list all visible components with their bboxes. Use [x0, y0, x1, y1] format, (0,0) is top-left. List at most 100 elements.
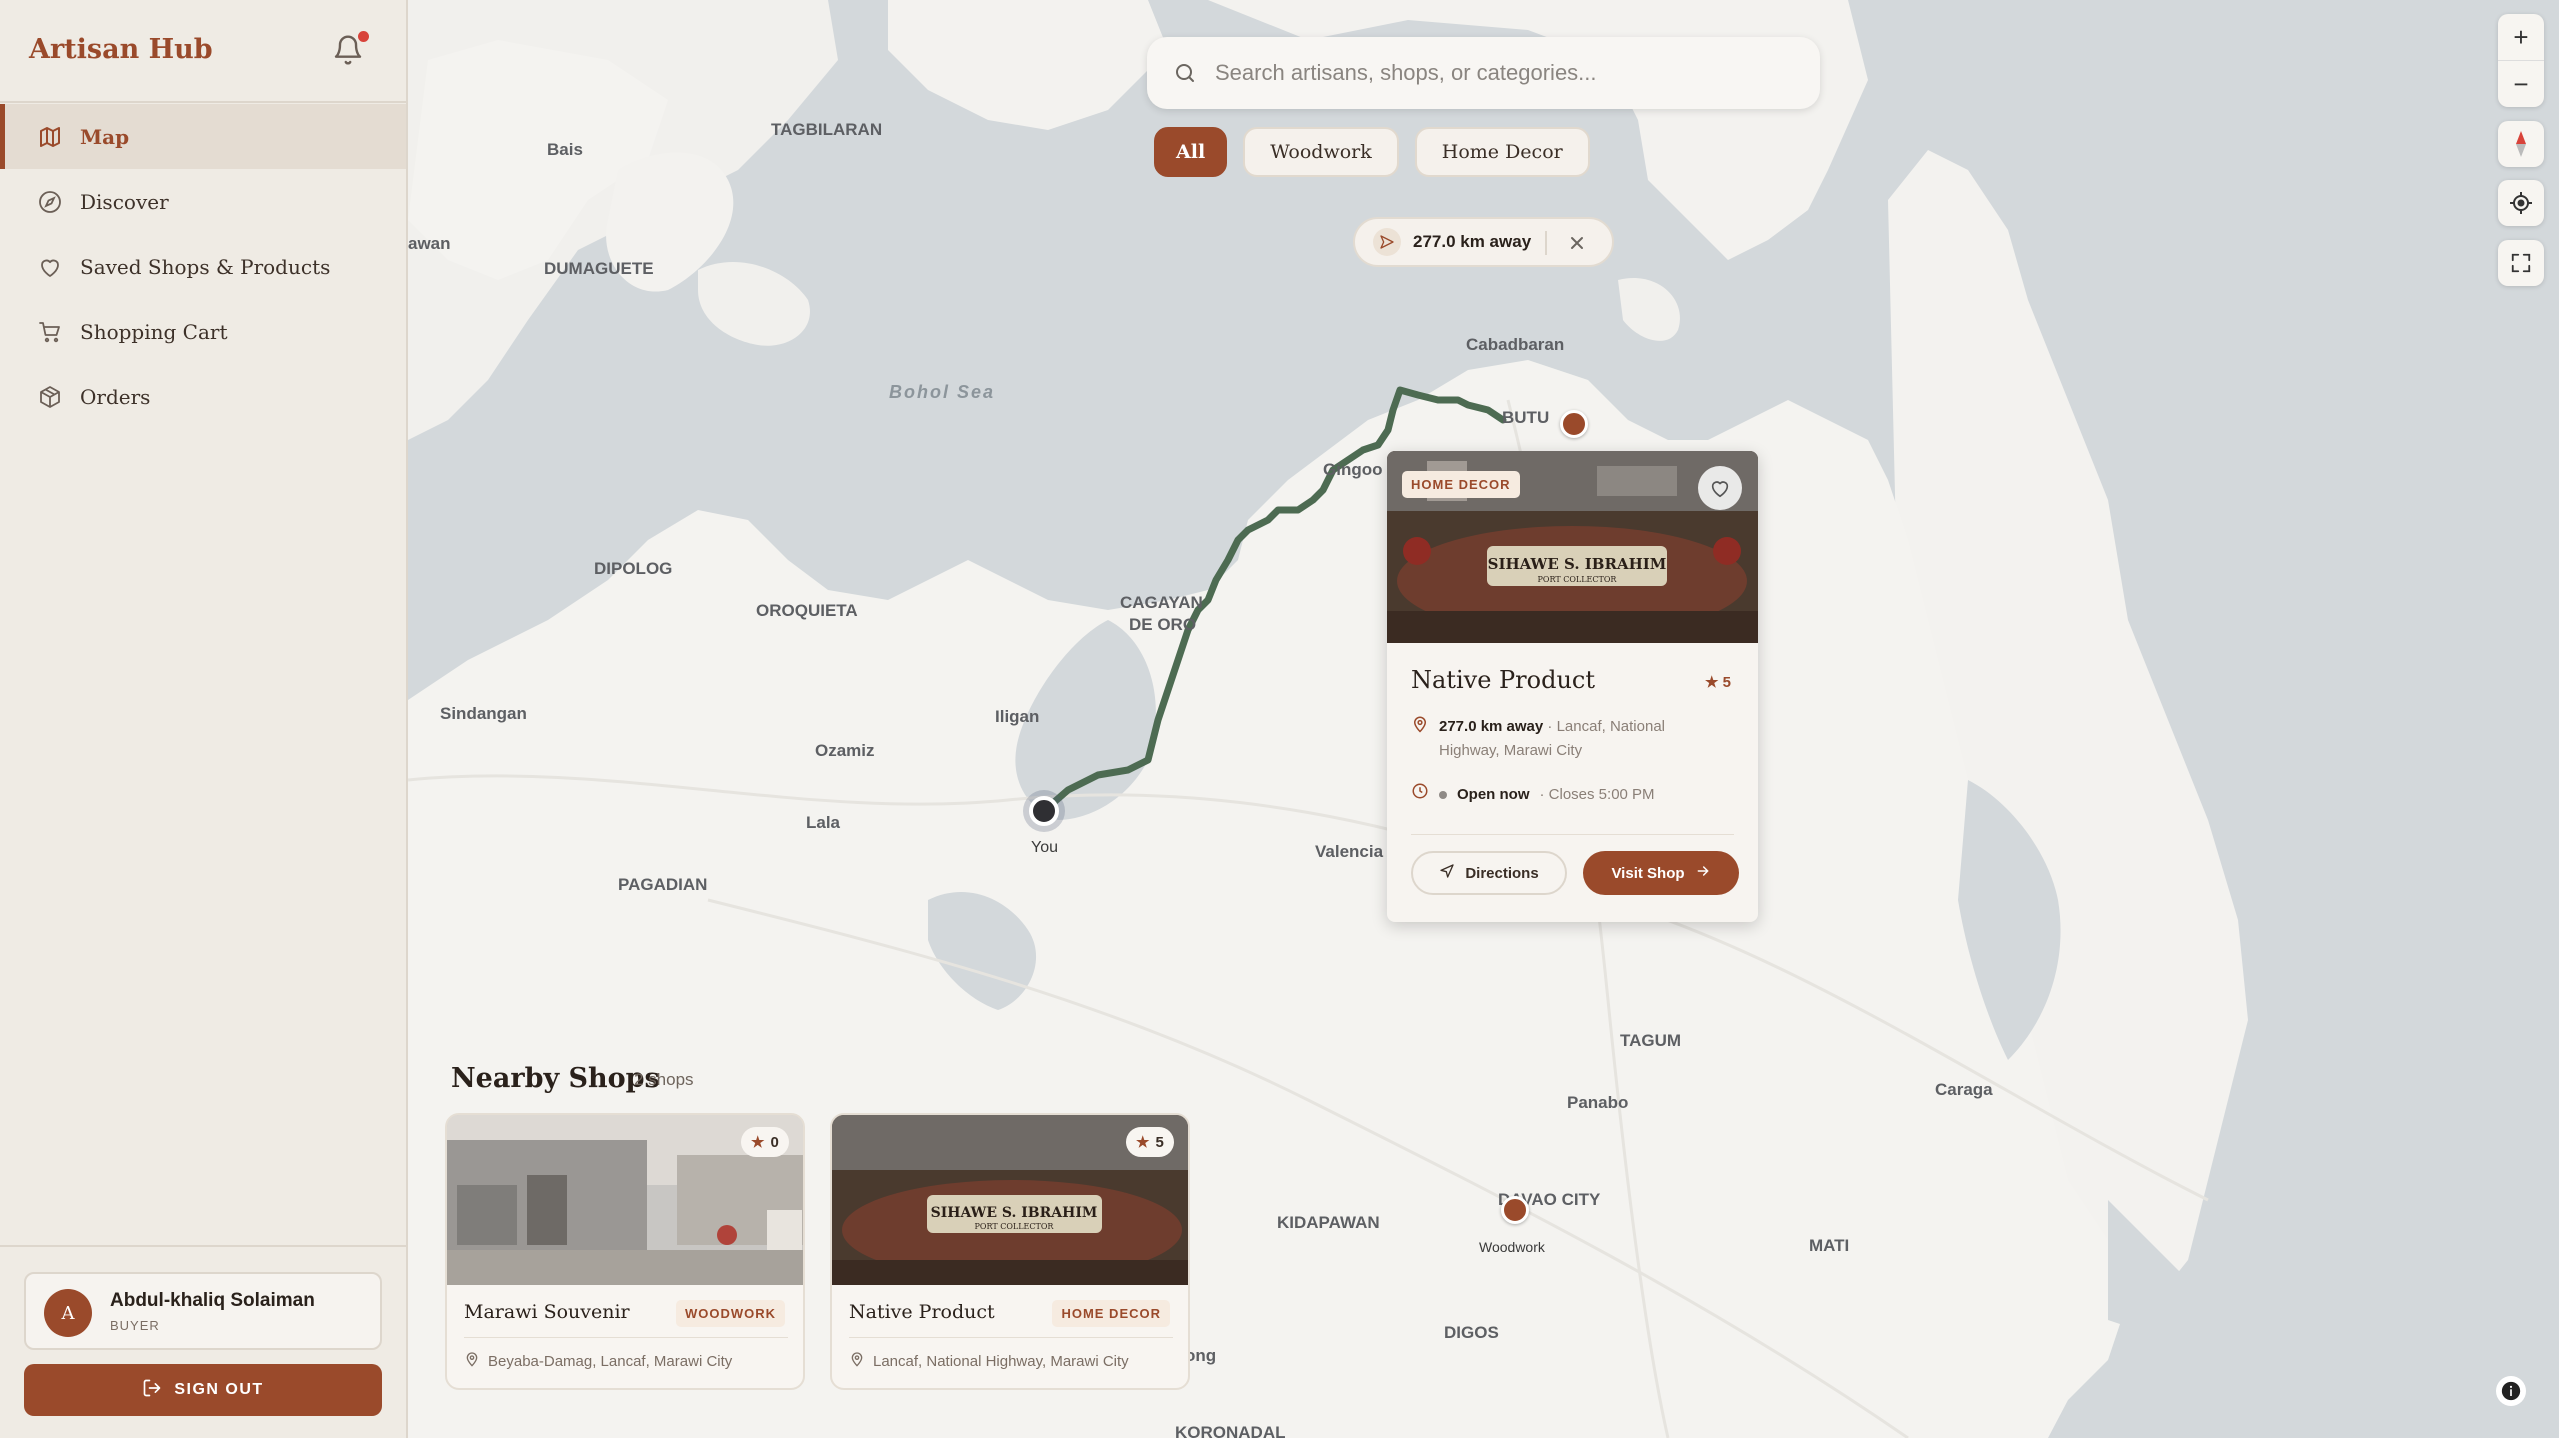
- place-label: PAGADIAN: [618, 875, 708, 894]
- sign-out-icon: [142, 1378, 162, 1403]
- place-label: awan: [408, 234, 451, 253]
- map-view[interactable]: Bohol Sea TAGBILARAN Bais awan DUMAGUETE…: [408, 0, 2559, 1438]
- crosshair-icon: [2498, 180, 2544, 226]
- heart-icon: [36, 253, 64, 281]
- card-divider: [464, 1337, 788, 1338]
- popup-divider: [1411, 834, 1734, 835]
- place-label: DIPOLOG: [594, 559, 673, 578]
- svg-text:PORT COLLECTOR: PORT COLLECTOR: [1538, 575, 1618, 584]
- shop-card[interactable]: ★ 0 Marawi Souvenir WOODWORK Beyaba-Damag…: [445, 1113, 805, 1390]
- rating-value: 5: [1155, 1133, 1164, 1151]
- location-pin-icon: [464, 1351, 480, 1371]
- shop-card[interactable]: SIHAWE S. IBRAHIM PORT COLLECTOR ★ 5 Nati…: [830, 1113, 1190, 1390]
- rating-value: 0: [770, 1133, 779, 1151]
- popup-rating: ★ 5: [1705, 673, 1731, 691]
- star-icon: ★: [1705, 674, 1719, 691]
- visit-label: Visit Shop: [1611, 864, 1685, 882]
- place-label: Bais: [547, 140, 583, 159]
- favorite-heart-icon[interactable]: [1698, 466, 1742, 510]
- place-label: Sindangan: [440, 704, 527, 723]
- shop-name: Native Product: [849, 1301, 995, 1323]
- filter-chip-woodwork[interactable]: Woodwork: [1243, 127, 1399, 177]
- sidebar-item-map[interactable]: Map: [0, 104, 406, 169]
- compass-needle-icon: [2498, 121, 2544, 167]
- sidebar-item-orders[interactable]: Orders: [0, 364, 406, 429]
- shop-marker[interactable]: [1560, 410, 1588, 438]
- svg-text:PORT COLLECTOR: PORT COLLECTOR: [975, 1222, 1055, 1231]
- close-icon[interactable]: [1565, 231, 1589, 255]
- filter-chip-all[interactable]: All: [1154, 127, 1228, 177]
- avatar: A: [44, 1289, 92, 1337]
- marker-label: Woodwork: [1479, 1239, 1545, 1255]
- sidebar-item-label: Discover: [80, 189, 169, 214]
- shop-address-row: Lancaf, National Highway, Marawi City: [849, 1351, 1129, 1371]
- closing-time: · Closes 5:00 PM: [1539, 786, 1655, 803]
- svg-text:SIHAWE S. IBRAHIM: SIHAWE S. IBRAHIM: [931, 1205, 1098, 1221]
- nearby-shops-count: 2 shops: [634, 1070, 694, 1089]
- user-card[interactable]: A Abdul-khaliq Solaiman BUYER: [24, 1272, 382, 1350]
- sidebar-divider: [0, 101, 406, 103]
- sidebar: Artisan Hub Map Discover Saved Shops & P…: [0, 0, 408, 1438]
- nearby-shops-title: Nearby Shops: [451, 1063, 660, 1094]
- distance-text: 277.0 km away: [1413, 232, 1532, 251]
- place-label: Valencia: [1315, 842, 1384, 861]
- sidebar-item-cart[interactable]: Shopping Cart: [0, 299, 406, 364]
- you-location-marker[interactable]: [1029, 796, 1059, 826]
- filter-chip-home-decor[interactable]: Home Decor: [1414, 127, 1590, 177]
- sidebar-divider: [0, 1245, 406, 1247]
- place-label: Gingoo: [1323, 460, 1383, 479]
- arrow-right-icon: [1695, 863, 1711, 883]
- sidebar-item-label: Orders: [80, 384, 151, 409]
- sidebar-item-saved[interactable]: Saved Shops & Products: [0, 234, 406, 299]
- place-label: KORONADAL: [1175, 1423, 1286, 1438]
- place-label: TAGUM: [1620, 1031, 1682, 1050]
- place-label: Lala: [806, 813, 841, 832]
- cart-icon: [36, 318, 64, 346]
- locate-button[interactable]: [2498, 180, 2544, 226]
- directions-button[interactable]: Directions: [1411, 851, 1567, 895]
- popup-actions: Directions Visit Shop: [1411, 851, 1739, 895]
- place-label: OROQUIETA: [756, 601, 858, 620]
- zoom-out-button[interactable]: −: [2498, 61, 2544, 107]
- sidebar-item-discover[interactable]: Discover: [0, 169, 406, 234]
- sidebar-item-label: Shopping Cart: [80, 319, 228, 344]
- zoom-in-button[interactable]: +: [2498, 14, 2544, 60]
- you-label: You: [1031, 839, 1058, 856]
- rating-badge: ★ 0: [741, 1127, 789, 1157]
- search-input[interactable]: [1215, 60, 1775, 86]
- status-dot: [1439, 791, 1447, 799]
- user-role: BUYER: [110, 1318, 160, 1333]
- notification-bell-icon[interactable]: [332, 31, 369, 70]
- location-pin-icon: [1411, 715, 1429, 763]
- place-label: DIGOS: [1444, 1323, 1499, 1342]
- zoom-controls: + −: [2498, 14, 2544, 107]
- place-label: Iligan: [995, 707, 1040, 726]
- search-icon: [1173, 61, 1197, 85]
- map-icon: [36, 123, 64, 151]
- sign-out-button[interactable]: SIGN OUT: [24, 1364, 382, 1416]
- rating-badge: ★ 5: [1126, 1127, 1174, 1157]
- shop-address-row: Beyaba-Damag, Lancaf, Marawi City: [464, 1351, 732, 1371]
- star-icon: ★: [1136, 1134, 1150, 1151]
- fullscreen-button[interactable]: [2498, 240, 2544, 286]
- place-label: Panabo: [1567, 1093, 1629, 1112]
- sign-out-label: SIGN OUT: [174, 1381, 264, 1398]
- compass-icon: [36, 188, 64, 216]
- category-tag: WOODWORK: [675, 1300, 785, 1327]
- shop-address: Beyaba-Damag, Lancaf, Marawi City: [488, 1352, 733, 1370]
- navigation-arrow-icon: [1439, 863, 1455, 883]
- shop-popup: SIHAWE S. IBRAHIM PORT COLLECTOR HOME DE…: [1387, 451, 1758, 922]
- place-label: BUTU: [1502, 408, 1550, 427]
- place-label: Cabadbaran: [1466, 335, 1565, 354]
- location-pin-icon: [849, 1351, 865, 1371]
- rating-value: 5: [1722, 674, 1731, 691]
- pill-divider: [1545, 231, 1547, 255]
- compass-button[interactable]: [2498, 121, 2544, 167]
- svg-text:SIHAWE S. IBRAHIM: SIHAWE S. IBRAHIM: [1488, 555, 1667, 573]
- distance-pill: 277.0 km away: [1353, 217, 1614, 267]
- visit-shop-button[interactable]: Visit Shop: [1583, 851, 1739, 895]
- shop-marker[interactable]: [1501, 1196, 1529, 1224]
- search-bar: [1147, 37, 1820, 109]
- info-icon[interactable]: [2496, 1376, 2526, 1406]
- popup-hours-row: Open now · Closes 5:00 PM: [1411, 782, 1655, 808]
